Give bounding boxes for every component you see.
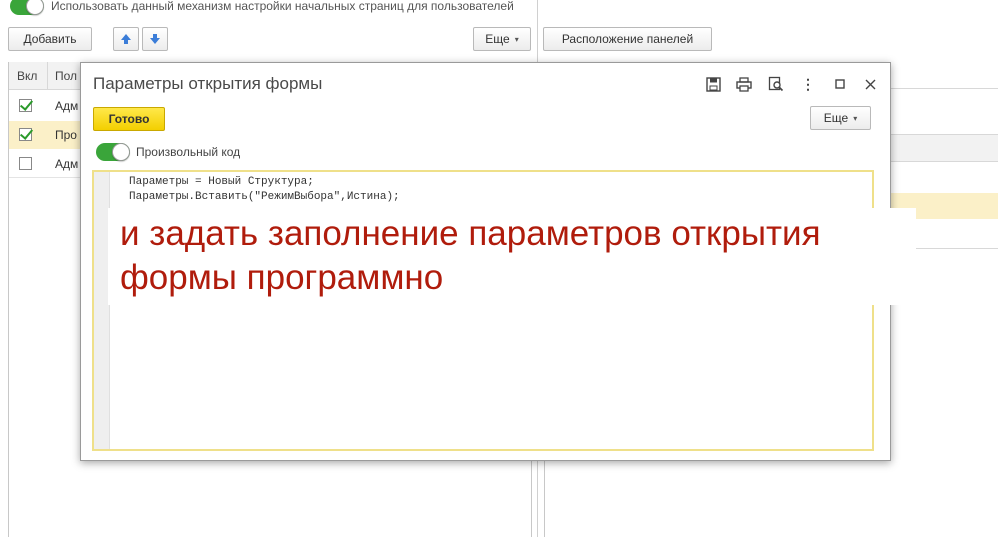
save-icon[interactable] <box>704 75 722 93</box>
close-icon[interactable] <box>861 75 879 93</box>
dialog-more-button[interactable]: Еще ▾ <box>810 106 871 130</box>
toggle-knob <box>26 0 44 15</box>
more-button[interactable]: Еще ▾ <box>473 27 531 51</box>
annotation-text: и задать заполнение параметров открытия … <box>120 212 821 300</box>
arrow-up-icon <box>121 34 131 44</box>
row-checkbox[interactable] <box>19 128 32 141</box>
row-checkbox[interactable] <box>19 99 32 112</box>
table-row[interactable]: Про <box>9 121 82 149</box>
move-down-button[interactable] <box>142 27 168 51</box>
done-button-label: Готово <box>108 112 150 126</box>
panels-layout-button[interactable]: Расположение панелей <box>543 27 712 51</box>
custom-code-label: Произвольный код <box>136 145 241 159</box>
toggle-knob <box>112 143 130 161</box>
use-mechanism-label: Использовать данный механизм настройки н… <box>51 0 514 13</box>
caret-down-icon: ▾ <box>514 34 519 44</box>
code-editor[interactable]: Параметры = Новый Структура; Параметры.В… <box>92 170 916 451</box>
panels-layout-label: Расположение панелей <box>561 32 694 46</box>
annotation-line-2: формы программно <box>120 258 444 297</box>
code-line: Параметры.Вставить("РежимВыбора",Истина)… <box>129 191 400 203</box>
maximize-icon[interactable] <box>831 75 849 93</box>
table-row[interactable]: Адм <box>9 150 82 178</box>
add-button[interactable]: Добавить <box>8 27 92 51</box>
more-button-label: Еще <box>485 32 510 46</box>
add-button-label: Добавить <box>23 32 77 46</box>
row-user: Адм <box>55 99 79 113</box>
custom-code-toggle[interactable] <box>96 143 130 161</box>
header-user: Пол <box>55 69 78 83</box>
row-checkbox[interactable] <box>19 157 32 170</box>
done-button[interactable]: Готово <box>93 107 165 131</box>
right-panel-header-line <box>891 88 998 89</box>
annotation-line-1: и задать заполнение параметров открытия <box>120 214 821 253</box>
dialog-more-label: Еще <box>823 111 849 125</box>
move-up-button[interactable] <box>113 27 139 51</box>
form-params-dialog: Параметры открытия формы ⋮ Готово Еще ▾ … <box>80 62 916 461</box>
caret-down-icon: ▾ <box>853 113 858 123</box>
row-user: Про <box>55 128 77 142</box>
code-line: Параметры = Новый Структура; <box>129 176 314 188</box>
table-row[interactable]: Адм <box>9 92 82 120</box>
right-table-header <box>891 134 998 162</box>
arrow-down-icon <box>150 34 160 44</box>
dialog-title: Параметры открытия формы <box>93 74 323 93</box>
header-divider <box>47 62 48 90</box>
annotation-overlay: и задать заполнение параметров открытия … <box>108 208 916 305</box>
row-user: Адм <box>55 157 79 171</box>
use-mechanism-toggle[interactable] <box>10 0 44 15</box>
header-enabled: Вкл <box>17 69 38 83</box>
table-header: Вкл Пол <box>9 62 82 90</box>
more-menu-icon[interactable]: ⋮ <box>799 75 817 93</box>
print-icon[interactable] <box>735 75 753 93</box>
preview-icon[interactable] <box>767 75 785 93</box>
